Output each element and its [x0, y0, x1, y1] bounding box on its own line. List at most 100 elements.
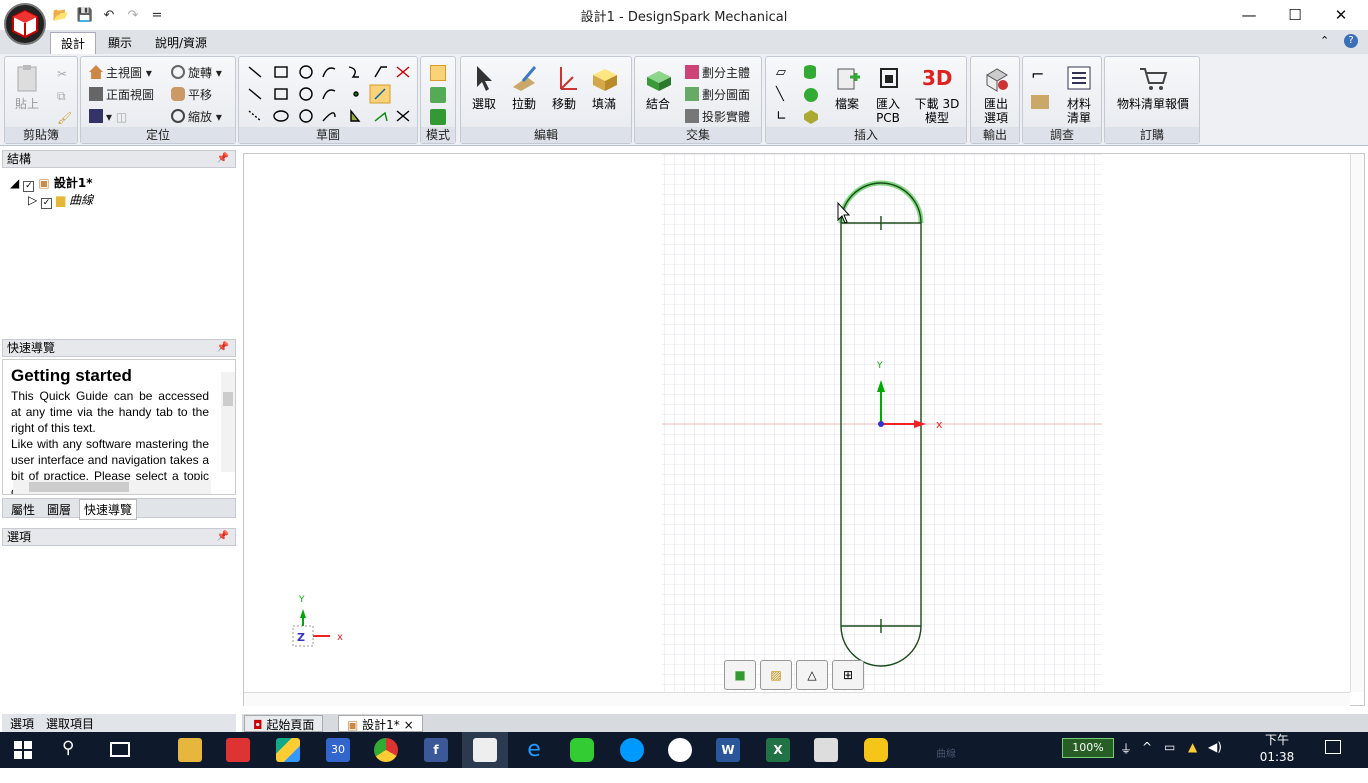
tab-help[interactable]: 說明/資源 — [145, 32, 217, 54]
task-view-icon[interactable] — [110, 742, 130, 757]
word-icon[interactable]: W — [716, 738, 740, 762]
visibility-checkbox[interactable]: ✓ — [41, 198, 53, 209]
facebook-icon[interactable]: f — [424, 738, 448, 762]
split-body-button[interactable]: 劃分主體 — [685, 65, 750, 80]
expand-icon[interactable]: ◢ — [10, 176, 23, 190]
tab-layers[interactable]: 圖層 — [47, 501, 71, 518]
cylinder-icon[interactable] — [804, 65, 816, 79]
paint-icon[interactable] — [814, 738, 838, 762]
tab-start-page[interactable]: ◘ 起始頁面 — [244, 715, 324, 732]
vertical-scrollbar[interactable] — [221, 372, 235, 472]
import-pcb-button[interactable]: 匯入 PCB — [870, 63, 906, 125]
move-button[interactable]: 移動 — [547, 63, 581, 111]
zoom-button[interactable]: 縮放 ▾ — [171, 109, 222, 124]
search-icon[interactable]: ⚲ — [62, 738, 74, 758]
tab-design[interactable]: 設計 — [50, 32, 97, 54]
minimize-button[interactable]: — — [1226, 0, 1272, 30]
horizontal-scrollbar[interactable] — [244, 692, 1350, 706]
shell-icon[interactable] — [804, 110, 818, 124]
plan-view-button[interactable]: 正面視圖 — [89, 87, 154, 102]
measure-icon[interactable]: ⌐ — [1031, 65, 1044, 84]
copy-icon[interactable]: ⧉ — [57, 89, 66, 104]
volume-icon[interactable]: ◀) — [1208, 740, 1222, 754]
expand-icon[interactable]: ▷ — [28, 193, 41, 207]
qat-customize-button[interactable]: = — [148, 7, 166, 25]
axis-icon[interactable]: ╲ — [776, 87, 784, 102]
redo-icon[interactable]: ↷ — [124, 7, 142, 25]
bom-button[interactable]: 材料 清單 — [1059, 63, 1099, 125]
open-folder-icon[interactable]: 📂 — [52, 7, 70, 25]
gmail-icon[interactable] — [226, 738, 250, 762]
calendar-icon[interactable]: 30 — [326, 738, 350, 762]
drive-tray-icon[interactable]: ▲ — [1188, 740, 1197, 754]
3d-mode-icon[interactable] — [430, 109, 446, 125]
keep-icon[interactable] — [864, 738, 888, 762]
internet-explorer-icon[interactable]: e — [522, 738, 546, 762]
power-icon[interactable]: ⏚ — [1120, 740, 1132, 757]
designspark-icon[interactable] — [473, 738, 497, 762]
save-icon[interactable]: 💾 — [76, 7, 94, 25]
line-icon[interactable] — [570, 738, 594, 762]
combine-button[interactable]: 結合 — [639, 63, 677, 111]
excel-icon[interactable]: X — [766, 738, 790, 762]
pull-button[interactable]: 拉動 — [507, 63, 541, 111]
chevron-up-icon[interactable]: ^ — [1142, 740, 1152, 754]
sketch-mode-icon[interactable] — [430, 65, 446, 81]
collapse-ribbon-icon[interactable]: ⌃ — [1320, 34, 1329, 47]
sphere-icon[interactable] — [804, 88, 818, 102]
app-logo[interactable] — [4, 3, 46, 45]
skype-icon[interactable] — [620, 738, 644, 762]
horizontal-scrollbar[interactable] — [13, 480, 211, 494]
fill-button[interactable]: 填滿 — [587, 63, 621, 111]
tab-properties[interactable]: 屬性 — [11, 501, 35, 518]
tree-root[interactable]: ◢ ✓ ▣ 設計1* — [10, 174, 93, 192]
tab-design1[interactable]: ▣ 設計1* × — [338, 715, 423, 732]
network-icon[interactable]: ▭ — [1164, 740, 1175, 754]
notification-icon[interactable] — [1325, 740, 1341, 754]
canvas[interactable]: Y x Z Y x — [244, 154, 1366, 707]
pin-icon[interactable]: 📌 — [217, 340, 229, 356]
tab-quickguide[interactable]: 快速導覽 — [79, 499, 138, 520]
view-cube-button[interactable]: ▾ ◫ — [89, 109, 127, 124]
cut-icon[interactable]: ✂ — [57, 67, 67, 81]
maximize-button[interactable]: ☐ — [1272, 0, 1318, 30]
undo-icon[interactable]: ↶ — [100, 7, 118, 25]
format-painter-icon[interactable]: 🖌 — [57, 111, 72, 125]
paste-button[interactable]: 貼上 — [11, 63, 43, 111]
vertical-scrollbar[interactable] — [1350, 154, 1364, 692]
windows-start-icon[interactable] — [14, 741, 32, 759]
file-button[interactable]: 檔案 — [830, 63, 864, 111]
mass-icon[interactable] — [1031, 95, 1049, 109]
clock[interactable]: 下午 01:38 2016/10/3 — [1246, 732, 1308, 783]
pin-icon[interactable]: 📌 — [217, 151, 229, 167]
spin-button[interactable]: 旋轉 ▾ — [171, 65, 222, 80]
chrome-icon[interactable] — [374, 738, 398, 762]
split-face-button[interactable]: 劃分圖面 — [685, 87, 750, 102]
battery-indicator[interactable]: 100% — [1062, 738, 1114, 758]
solid-mode-icon[interactable]: ■ — [724, 660, 756, 690]
export-options-button[interactable]: 匯出 選項 — [977, 63, 1015, 125]
download-3d-button[interactable]: 3D 下載 3D 模型 — [912, 63, 962, 125]
photos-icon[interactable] — [668, 738, 692, 762]
sketch-mode-icon[interactable]: ▨ — [760, 660, 792, 690]
tab-display[interactable]: 顯示 — [98, 32, 142, 54]
tree-item-curves[interactable]: ▷ ✓ ▆ 曲線 — [28, 191, 93, 209]
project-button[interactable]: 投影實體 — [685, 109, 750, 124]
bom-quote-button[interactable]: 物料清單報價 — [1111, 63, 1195, 111]
google-drive-icon[interactable] — [276, 738, 300, 762]
close-button[interactable]: ✕ — [1318, 0, 1364, 30]
plane-select-icon[interactable]: △ — [796, 660, 828, 690]
close-tab-icon[interactable]: × — [404, 718, 414, 732]
section-mode-icon[interactable] — [430, 87, 446, 103]
view-options-icon[interactable]: ⊞ — [832, 660, 864, 690]
select-button[interactable]: 選取 — [467, 63, 501, 111]
tab-selection[interactable]: 選取項目 — [46, 715, 94, 732]
tab-options[interactable]: 選項 — [10, 715, 34, 732]
pin-icon[interactable]: 📌 — [217, 529, 229, 545]
design-viewport[interactable]: Y x Z Y x ■ ▨ △ ⊞ — [243, 153, 1365, 706]
plane-icon[interactable]: ▱ — [776, 65, 786, 80]
pan-button[interactable]: 平移 — [171, 87, 212, 102]
file-explorer-icon[interactable] — [178, 738, 202, 762]
origin-icon[interactable]: ∟ — [776, 109, 787, 124]
help-icon[interactable]: ? — [1344, 34, 1358, 48]
